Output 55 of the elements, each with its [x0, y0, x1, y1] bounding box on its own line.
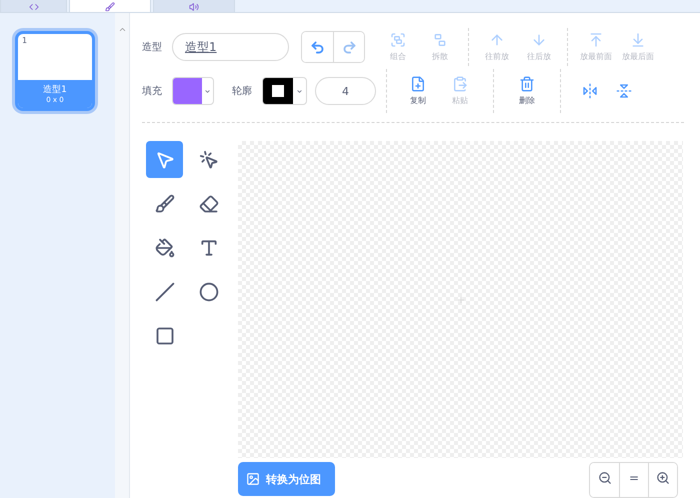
- outline-width-field[interactable]: 4: [315, 77, 376, 105]
- button-label: 往前放: [485, 51, 509, 62]
- center-mark-icon: [458, 296, 464, 302]
- button-label: 粘贴: [452, 95, 468, 106]
- code-icon: [28, 2, 38, 12]
- line-icon: [154, 282, 174, 302]
- circle-icon: [198, 282, 218, 302]
- text-icon: [198, 238, 218, 258]
- button-label: 删除: [519, 95, 535, 106]
- costume-name: 造型1: [43, 84, 67, 96]
- zoom-in-button[interactable]: [648, 463, 677, 497]
- eraser-icon: [198, 194, 218, 214]
- redo-icon: [342, 40, 356, 54]
- button-label: 复制: [410, 95, 426, 106]
- clipboard-icon: [452, 76, 468, 92]
- ungroup-icon: [432, 32, 448, 48]
- costume-name-field[interactable]: 造型1: [172, 33, 289, 61]
- group-icon: [390, 32, 406, 48]
- trash-icon: [519, 76, 535, 92]
- delete-button[interactable]: 删除: [506, 76, 548, 106]
- costume-number: 1: [21, 35, 28, 47]
- paint-bucket-icon: [154, 238, 174, 258]
- flip-vertical-icon: [616, 83, 632, 99]
- costume-label: 造型: [142, 40, 162, 54]
- outline-label: 轮廓: [232, 84, 252, 98]
- square-icon: [154, 326, 174, 346]
- zoom-out-icon: [598, 471, 612, 485]
- select-tool[interactable]: [146, 141, 183, 178]
- button-label: 往后放: [527, 51, 551, 62]
- button-label: 组合: [390, 51, 406, 62]
- down-arrow-icon: [531, 32, 547, 48]
- reshape-icon: [198, 150, 218, 170]
- brush-icon: [154, 194, 174, 214]
- outline-color-button[interactable]: [262, 77, 307, 105]
- speaker-icon: [189, 2, 199, 12]
- pointer-icon: [154, 150, 174, 170]
- caret-icon: [296, 88, 303, 94]
- undo-icon: [310, 40, 325, 54]
- down-arrow-bar-icon: [630, 32, 646, 48]
- square-icon: [272, 85, 284, 97]
- brush-icon: [105, 2, 115, 12]
- up-arrow-bar-icon: [588, 32, 604, 48]
- scroll-up-icon[interactable]: [118, 25, 126, 34]
- button-label: 拆散: [432, 51, 448, 62]
- file-plus-icon: [410, 76, 426, 92]
- fill-color-button[interactable]: [172, 77, 214, 105]
- flip-horizontal-icon: [582, 83, 598, 99]
- copy-button[interactable]: 复制: [397, 76, 439, 106]
- button-label: 放最前面: [580, 51, 612, 62]
- zoom-in-icon: [656, 471, 670, 485]
- fill-label: 填充: [142, 84, 162, 98]
- caret-icon: [204, 88, 211, 94]
- convert-button[interactable]: 转换为位图: [238, 462, 335, 496]
- image-icon: [246, 472, 260, 486]
- button-label: 放最后面: [622, 51, 654, 62]
